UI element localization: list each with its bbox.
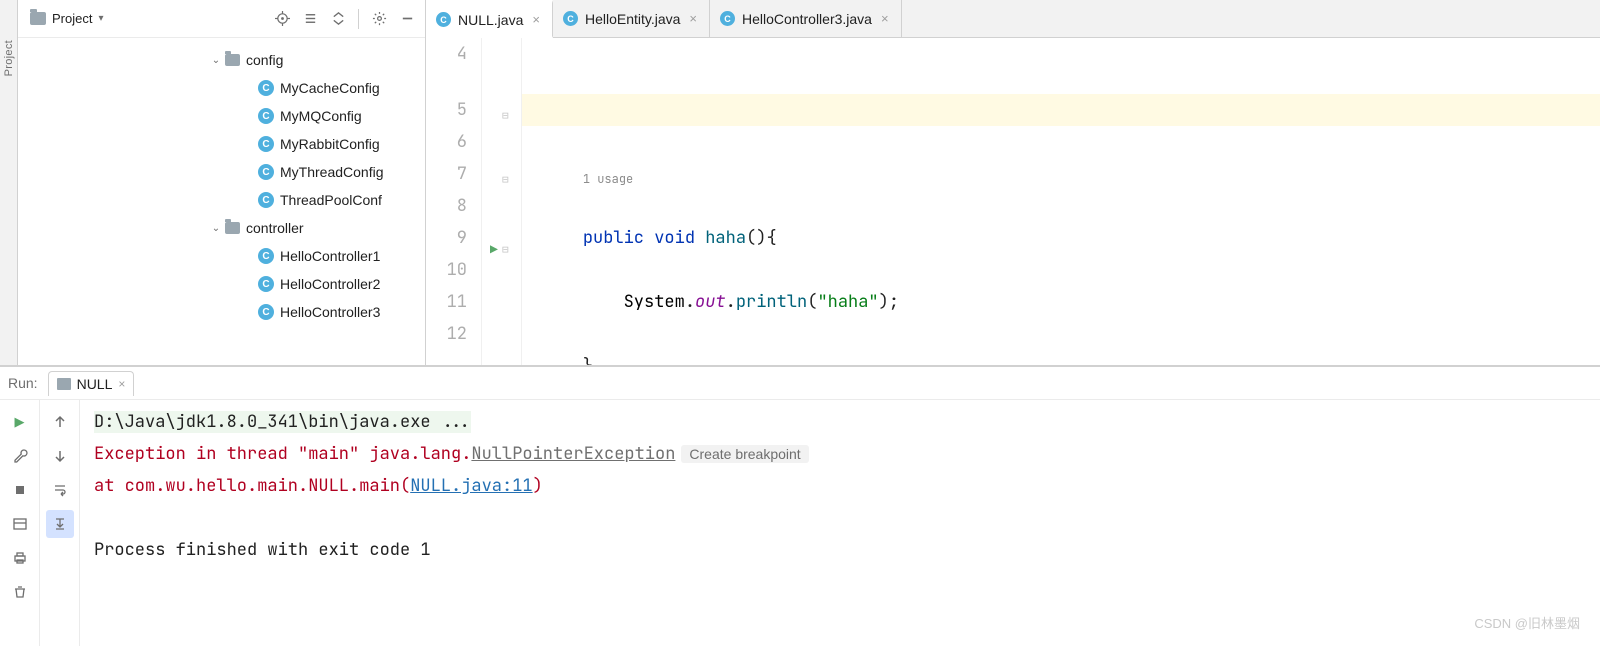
console-command: D:\Java\jdk1.8.0_341\bin\java.exe ... [94, 411, 471, 433]
console-exception: Exception in thread "main" java.lang. [94, 443, 471, 465]
class-icon: C [258, 108, 274, 124]
run-gutter-icon[interactable]: ▶ [490, 234, 498, 266]
trash-button[interactable] [6, 578, 34, 606]
hide-button[interactable] [395, 7, 419, 31]
create-breakpoint-action[interactable]: Create breakpoint [681, 445, 808, 463]
project-selector[interactable]: Project ▾ [30, 11, 104, 26]
run-toolbar-left: ▶ [0, 400, 40, 646]
close-icon[interactable]: × [530, 10, 542, 29]
class-icon: C [258, 276, 274, 292]
class-icon: C [258, 80, 274, 96]
stacktrace-link[interactable]: NULL.java:11 [410, 475, 532, 497]
class-icon: C [258, 136, 274, 152]
chevron-down-icon: ▾ [98, 13, 103, 24]
project-title: Project [52, 11, 92, 26]
close-icon[interactable]: × [687, 9, 699, 28]
class-icon: C [258, 304, 274, 320]
tree-class-item[interactable]: CHelloController1 [18, 242, 425, 270]
class-icon: C [436, 12, 451, 27]
settings-button[interactable] [367, 7, 391, 31]
console-exit: Process finished with exit code 1 [94, 534, 1586, 566]
tab-helloentity-java[interactable]: C HelloEntity.java × [553, 0, 710, 37]
layout-button[interactable] [6, 510, 34, 538]
project-header: Project ▾ [18, 0, 425, 38]
class-icon: C [563, 11, 578, 26]
gutter-icons: ⊟ ⊟ ▶ ⊟ [482, 38, 522, 365]
chevron-down-icon: ⌄ [208, 223, 224, 234]
chevron-down-icon: ⌄ [208, 55, 224, 66]
collapse-all-button[interactable] [326, 7, 350, 31]
folder-icon [225, 222, 240, 234]
line-number-gutter: 4 5 6 7 8 9 10 11 12 [426, 38, 482, 365]
folder-icon [30, 12, 46, 25]
exception-link[interactable]: NullPointerException [471, 443, 675, 465]
fold-icon[interactable]: ⊟ [502, 234, 509, 266]
side-tab-label: Project [3, 40, 15, 76]
tree-class-item[interactable]: CThreadPoolConf [18, 186, 425, 214]
fold-icon[interactable]: ⊟ [502, 164, 509, 196]
stop-button[interactable] [6, 476, 34, 504]
scroll-to-end-button[interactable] [46, 510, 74, 538]
expand-all-button[interactable] [298, 7, 322, 31]
tree-folder-config[interactable]: ⌄ config [18, 46, 425, 74]
tree-class-item[interactable]: CMyMQConfig [18, 102, 425, 130]
divider [358, 9, 359, 29]
code-editor[interactable]: 4 5 6 7 8 9 10 11 12 ⊟ ⊟ ▶ ⊟ [426, 38, 1600, 365]
rerun-button[interactable]: ▶ [6, 408, 34, 436]
run-header: Run: NULL × [0, 367, 1600, 400]
class-icon: C [258, 248, 274, 264]
tree-class-item[interactable]: CHelloController3 [18, 298, 425, 326]
editor-area: C NULL.java × C HelloEntity.java × C Hel… [426, 0, 1600, 365]
tree-class-item[interactable]: CMyRabbitConfig [18, 130, 425, 158]
soft-wrap-button[interactable] [46, 476, 74, 504]
class-icon: C [258, 192, 274, 208]
wrench-button[interactable] [6, 442, 34, 470]
code-content[interactable]: 1 usage public void haha(){ System.out.p… [522, 38, 1600, 365]
tree-class-item[interactable]: CHelloController2 [18, 270, 425, 298]
close-icon[interactable]: × [879, 9, 891, 28]
console-output[interactable]: D:\Java\jdk1.8.0_341\bin\java.exe ... Ex… [80, 400, 1600, 646]
tab-null-java[interactable]: C NULL.java × [426, 0, 553, 38]
usage-hint[interactable]: 1 usage [583, 171, 633, 187]
locate-button[interactable] [270, 7, 294, 31]
tab-hellocontroller3-java[interactable]: C HelloController3.java × [710, 0, 902, 37]
run-panel: Run: NULL × ▶ D:\Java\jdk1. [0, 366, 1600, 646]
project-tree[interactable]: ⌄ config CMyCacheConfig CMyMQConfig CMyR… [18, 38, 425, 365]
run-label: Run: [8, 375, 38, 391]
fold-icon[interactable]: ⊟ [502, 100, 509, 132]
watermark: CSDN @旧林墨烟 [1474, 613, 1580, 632]
class-icon: C [258, 164, 274, 180]
tree-class-item[interactable]: CMyCacheConfig [18, 74, 425, 102]
run-config-tab[interactable]: NULL × [48, 371, 135, 396]
up-button[interactable] [46, 408, 74, 436]
project-panel: Project ▾ ⌄ config CMyCacheConfig [18, 0, 426, 365]
editor-tab-bar: C NULL.java × C HelloEntity.java × C Hel… [426, 0, 1600, 38]
tree-folder-controller[interactable]: ⌄ controller [18, 214, 425, 242]
app-icon [57, 378, 71, 390]
close-icon[interactable]: × [118, 377, 125, 391]
tree-class-item[interactable]: CMyThreadConfig [18, 158, 425, 186]
class-icon: C [720, 11, 735, 26]
down-button[interactable] [46, 442, 74, 470]
run-toolbar-right [40, 400, 80, 646]
folder-icon [225, 54, 240, 66]
side-tab-project[interactable]: Project [0, 0, 18, 365]
print-button[interactable] [6, 544, 34, 572]
